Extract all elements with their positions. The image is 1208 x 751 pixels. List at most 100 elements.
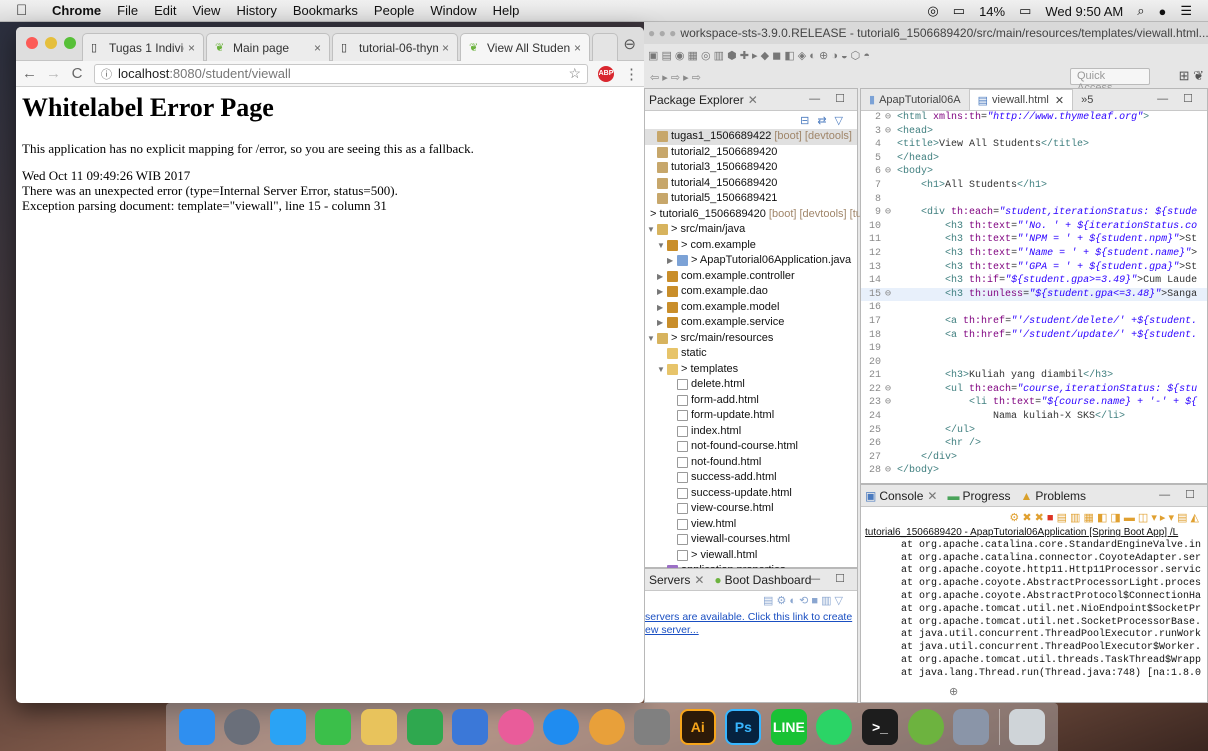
reload-icon[interactable]: C: [70, 65, 84, 82]
spring-icon[interactable]: [907, 709, 944, 745]
code-line[interactable]: 10 <h3 th:text="'No. ' + ${iterationStat…: [861, 220, 1207, 234]
photoshop-icon[interactable]: Ps: [725, 709, 762, 745]
window-controls-inactive[interactable]: ● ● ●: [648, 26, 676, 40]
code-line[interactable]: 4 <title>View All Students</title>: [861, 138, 1207, 152]
tree-item[interactable]: tutorial4_1506689420: [645, 176, 857, 192]
code-line[interactable]: 12 <h3 th:text="'Name = ' + ${student.na…: [861, 247, 1207, 261]
tree-item[interactable]: > viewall.html: [645, 548, 857, 564]
code-line[interactable]: 19: [861, 342, 1207, 356]
code-line[interactable]: 23 ⊖ <li th:text="${course.name} + '-' + …: [861, 396, 1207, 410]
code-line[interactable]: 25 </ul>: [861, 424, 1207, 438]
back-arrow-icon[interactable]: ←: [22, 65, 37, 82]
fold-marker-icon[interactable]: ⊖: [885, 206, 897, 220]
editor-tabs-overflow[interactable]: »5: [1073, 89, 1101, 110]
minimize-window-button[interactable]: [45, 37, 57, 49]
view-minmax-icon[interactable]: — ☐: [809, 572, 851, 585]
view-minmax-icon[interactable]: — ☐: [1159, 488, 1201, 501]
fold-marker-icon[interactable]: ⊖: [885, 125, 897, 139]
tree-item[interactable]: tutorial5_1506689421: [645, 191, 857, 207]
adblock-plus-icon[interactable]: ABP: [598, 65, 614, 82]
tab-tutorial-06[interactable]: ▯ tutorial-06-thym ×: [332, 33, 458, 61]
line-icon[interactable]: LINE: [770, 709, 807, 745]
expand-arrow-icon[interactable]: ▶: [657, 269, 667, 285]
close-view-icon[interactable]: ✕: [748, 93, 758, 107]
create-server-link-line2[interactable]: ew server...: [645, 624, 857, 637]
console-toolbar-icons[interactable]: ⚙ ✖ ✖ ■ ▤ ▥ ▦ ◧ ◨ ▬ ◫ ▾ ▸ ▾ ▤ ◭: [1009, 511, 1199, 524]
code-line[interactable]: 20: [861, 356, 1207, 370]
whatsapp-icon[interactable]: [816, 709, 853, 745]
new-tab-button[interactable]: [592, 33, 618, 61]
tree-item[interactable]: tutorial3_1506689420: [645, 160, 857, 176]
forward-arrow-icon[interactable]: →: [46, 65, 61, 82]
editor-tab-java[interactable]: ▮ ApapTutorial06A: [861, 89, 969, 110]
tree-item[interactable]: not-found.html: [645, 455, 857, 471]
close-tab-icon[interactable]: ✕: [1055, 94, 1064, 107]
code-line[interactable]: 8: [861, 193, 1207, 207]
zoom-window-button[interactable]: [64, 37, 76, 49]
expand-arrow-icon[interactable]: ▼: [647, 222, 657, 238]
expand-arrow-icon[interactable]: ▶: [657, 300, 667, 316]
code-line[interactable]: 16: [861, 301, 1207, 315]
tree-item[interactable]: form-update.html: [645, 408, 857, 424]
tree-item[interactable]: delete.html: [645, 377, 857, 393]
info-icon[interactable]: ⓘ: [101, 66, 112, 82]
fold-marker-icon[interactable]: ⊖: [885, 165, 897, 179]
tab-problems[interactable]: Problems: [1035, 489, 1086, 503]
code-line[interactable]: 9 ⊖ <div th:each="student,iterationStatus…: [861, 206, 1207, 220]
spotlight-icon[interactable]: ⌕: [1137, 3, 1144, 19]
tab-servers[interactable]: Servers: [649, 573, 690, 587]
create-server-link[interactable]: servers are available. Click this link t…: [645, 609, 857, 637]
illustrator-icon[interactable]: Ai: [679, 709, 716, 745]
fold-marker-icon[interactable]: ⊖: [885, 383, 897, 397]
airplay-icon[interactable]: ▭: [953, 3, 965, 19]
tab-close-icon[interactable]: ×: [442, 41, 449, 55]
tree-item[interactable]: tugas1_1506689422 [boot] [devtools]: [645, 129, 857, 145]
tab-tugas1[interactable]: ▯ Tugas 1 Individu ×: [82, 33, 204, 61]
keynote-icon[interactable]: [452, 709, 489, 745]
tab-close-icon[interactable]: ×: [574, 41, 581, 55]
perspective-switcher-icon[interactable]: ⊞ ❦: [1179, 68, 1204, 84]
facetime-icon[interactable]: [315, 709, 352, 745]
code-editor[interactable]: 2 ⊖ <html xmlns:th="http://www.thymeleaf.o…: [861, 111, 1207, 478]
fold-marker-icon[interactable]: ⊖: [885, 464, 897, 478]
expand-arrow-icon[interactable]: ▼: [657, 362, 667, 378]
menu-people[interactable]: People: [374, 3, 414, 18]
close-view-icon[interactable]: ✕: [927, 489, 937, 503]
tab-close-icon[interactable]: ×: [314, 41, 321, 55]
texteditor-icon[interactable]: [360, 709, 397, 745]
tree-item[interactable]: static: [645, 346, 857, 362]
tree-item[interactable]: ▶ com.example.service: [645, 315, 857, 331]
view-minmax-icon[interactable]: — ☐: [1157, 92, 1199, 105]
code-line[interactable]: 3 ⊖ <head>: [861, 125, 1207, 139]
collapse-all-icon[interactable]: ⊟: [800, 114, 809, 127]
code-line[interactable]: 26 <hr />: [861, 437, 1207, 451]
fold-marker-icon[interactable]: ⊖: [885, 111, 897, 125]
tab-close-icon[interactable]: ×: [188, 41, 195, 55]
menu-view[interactable]: View: [192, 3, 220, 18]
preferences-icon[interactable]: [953, 709, 990, 745]
view-menu-icon[interactable]: ▽: [835, 114, 843, 127]
expand-arrow-icon[interactable]: ▼: [647, 331, 657, 347]
code-line[interactable]: 14 <h3 th:if="${student.gpa>=3.49}">Cum …: [861, 274, 1207, 288]
create-server-link-line1[interactable]: servers are available. Click this link t…: [645, 611, 857, 624]
menu-file[interactable]: File: [117, 3, 138, 18]
menu-bookmarks[interactable]: Bookmarks: [293, 3, 358, 18]
tree-item[interactable]: tutorial2_1506689420: [645, 145, 857, 161]
expand-arrow-icon[interactable]: ▶: [657, 315, 667, 331]
tree-item[interactable]: ▶ com.example.dao: [645, 284, 857, 300]
fold-marker-icon[interactable]: ⊖: [885, 396, 897, 410]
menu-app-name[interactable]: Chrome: [52, 3, 101, 18]
siri-icon[interactable]: ●: [1158, 4, 1166, 19]
fold-marker-icon[interactable]: ⊖: [885, 288, 897, 302]
vpn-icon[interactable]: ◎: [927, 3, 938, 19]
tree-item[interactable]: success-add.html: [645, 470, 857, 486]
terminal-icon[interactable]: >_: [861, 709, 898, 745]
tab-progress[interactable]: Progress: [962, 489, 1010, 503]
package-explorer-title[interactable]: Package Explorer: [649, 93, 744, 107]
apple-icon[interactable]: : [16, 2, 34, 19]
code-line[interactable]: 13 <h3 th:text="'GPA = ' + ${student.gpa…: [861, 261, 1207, 275]
close-view-icon[interactable]: ✕: [694, 573, 704, 587]
trash-icon[interactable]: [1009, 709, 1046, 745]
menu-edit[interactable]: Edit: [154, 3, 176, 18]
tree-item[interactable]: ▼ > com.example: [645, 238, 857, 254]
